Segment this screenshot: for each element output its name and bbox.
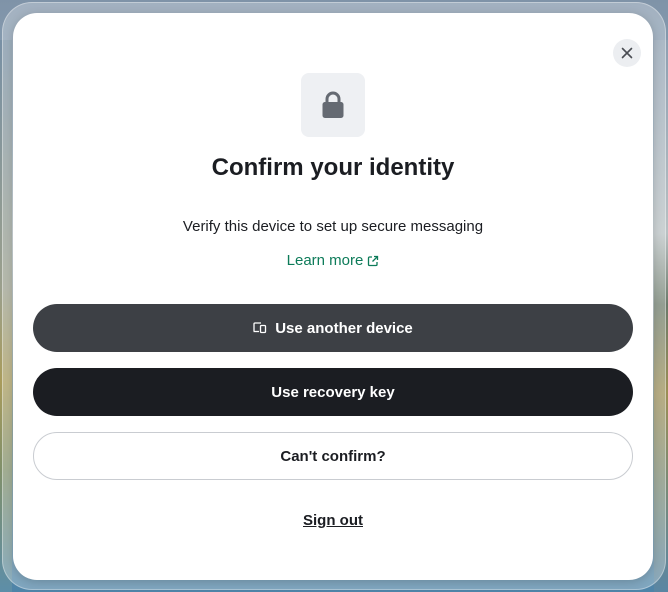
cant-confirm-button[interactable]: Can't confirm? xyxy=(33,432,633,480)
learn-more-link[interactable]: Learn more xyxy=(13,251,653,271)
confirm-identity-dialog: Confirm your identity Verify this device… xyxy=(13,13,653,580)
dialog-subtitle: Verify this device to set up secure mess… xyxy=(182,218,484,235)
close-icon xyxy=(621,47,633,59)
devices-icon xyxy=(253,322,267,334)
dialog-title: Confirm your identity xyxy=(211,154,455,181)
close-button[interactable] xyxy=(613,39,641,67)
sign-out-row: Sign out xyxy=(13,511,653,531)
use-another-device-label: Use another device xyxy=(275,319,413,337)
sign-out-link[interactable]: Sign out xyxy=(303,512,363,529)
cant-confirm-label: Can't confirm? xyxy=(280,447,386,465)
lock-icon xyxy=(322,91,344,118)
use-another-device-button[interactable]: Use another device xyxy=(33,304,633,352)
use-recovery-key-button[interactable]: Use recovery key xyxy=(33,368,633,416)
use-recovery-key-label: Use recovery key xyxy=(271,383,395,401)
external-link-icon xyxy=(368,255,379,267)
lock-tile xyxy=(301,73,365,137)
learn-more-label: Learn more xyxy=(286,252,364,269)
